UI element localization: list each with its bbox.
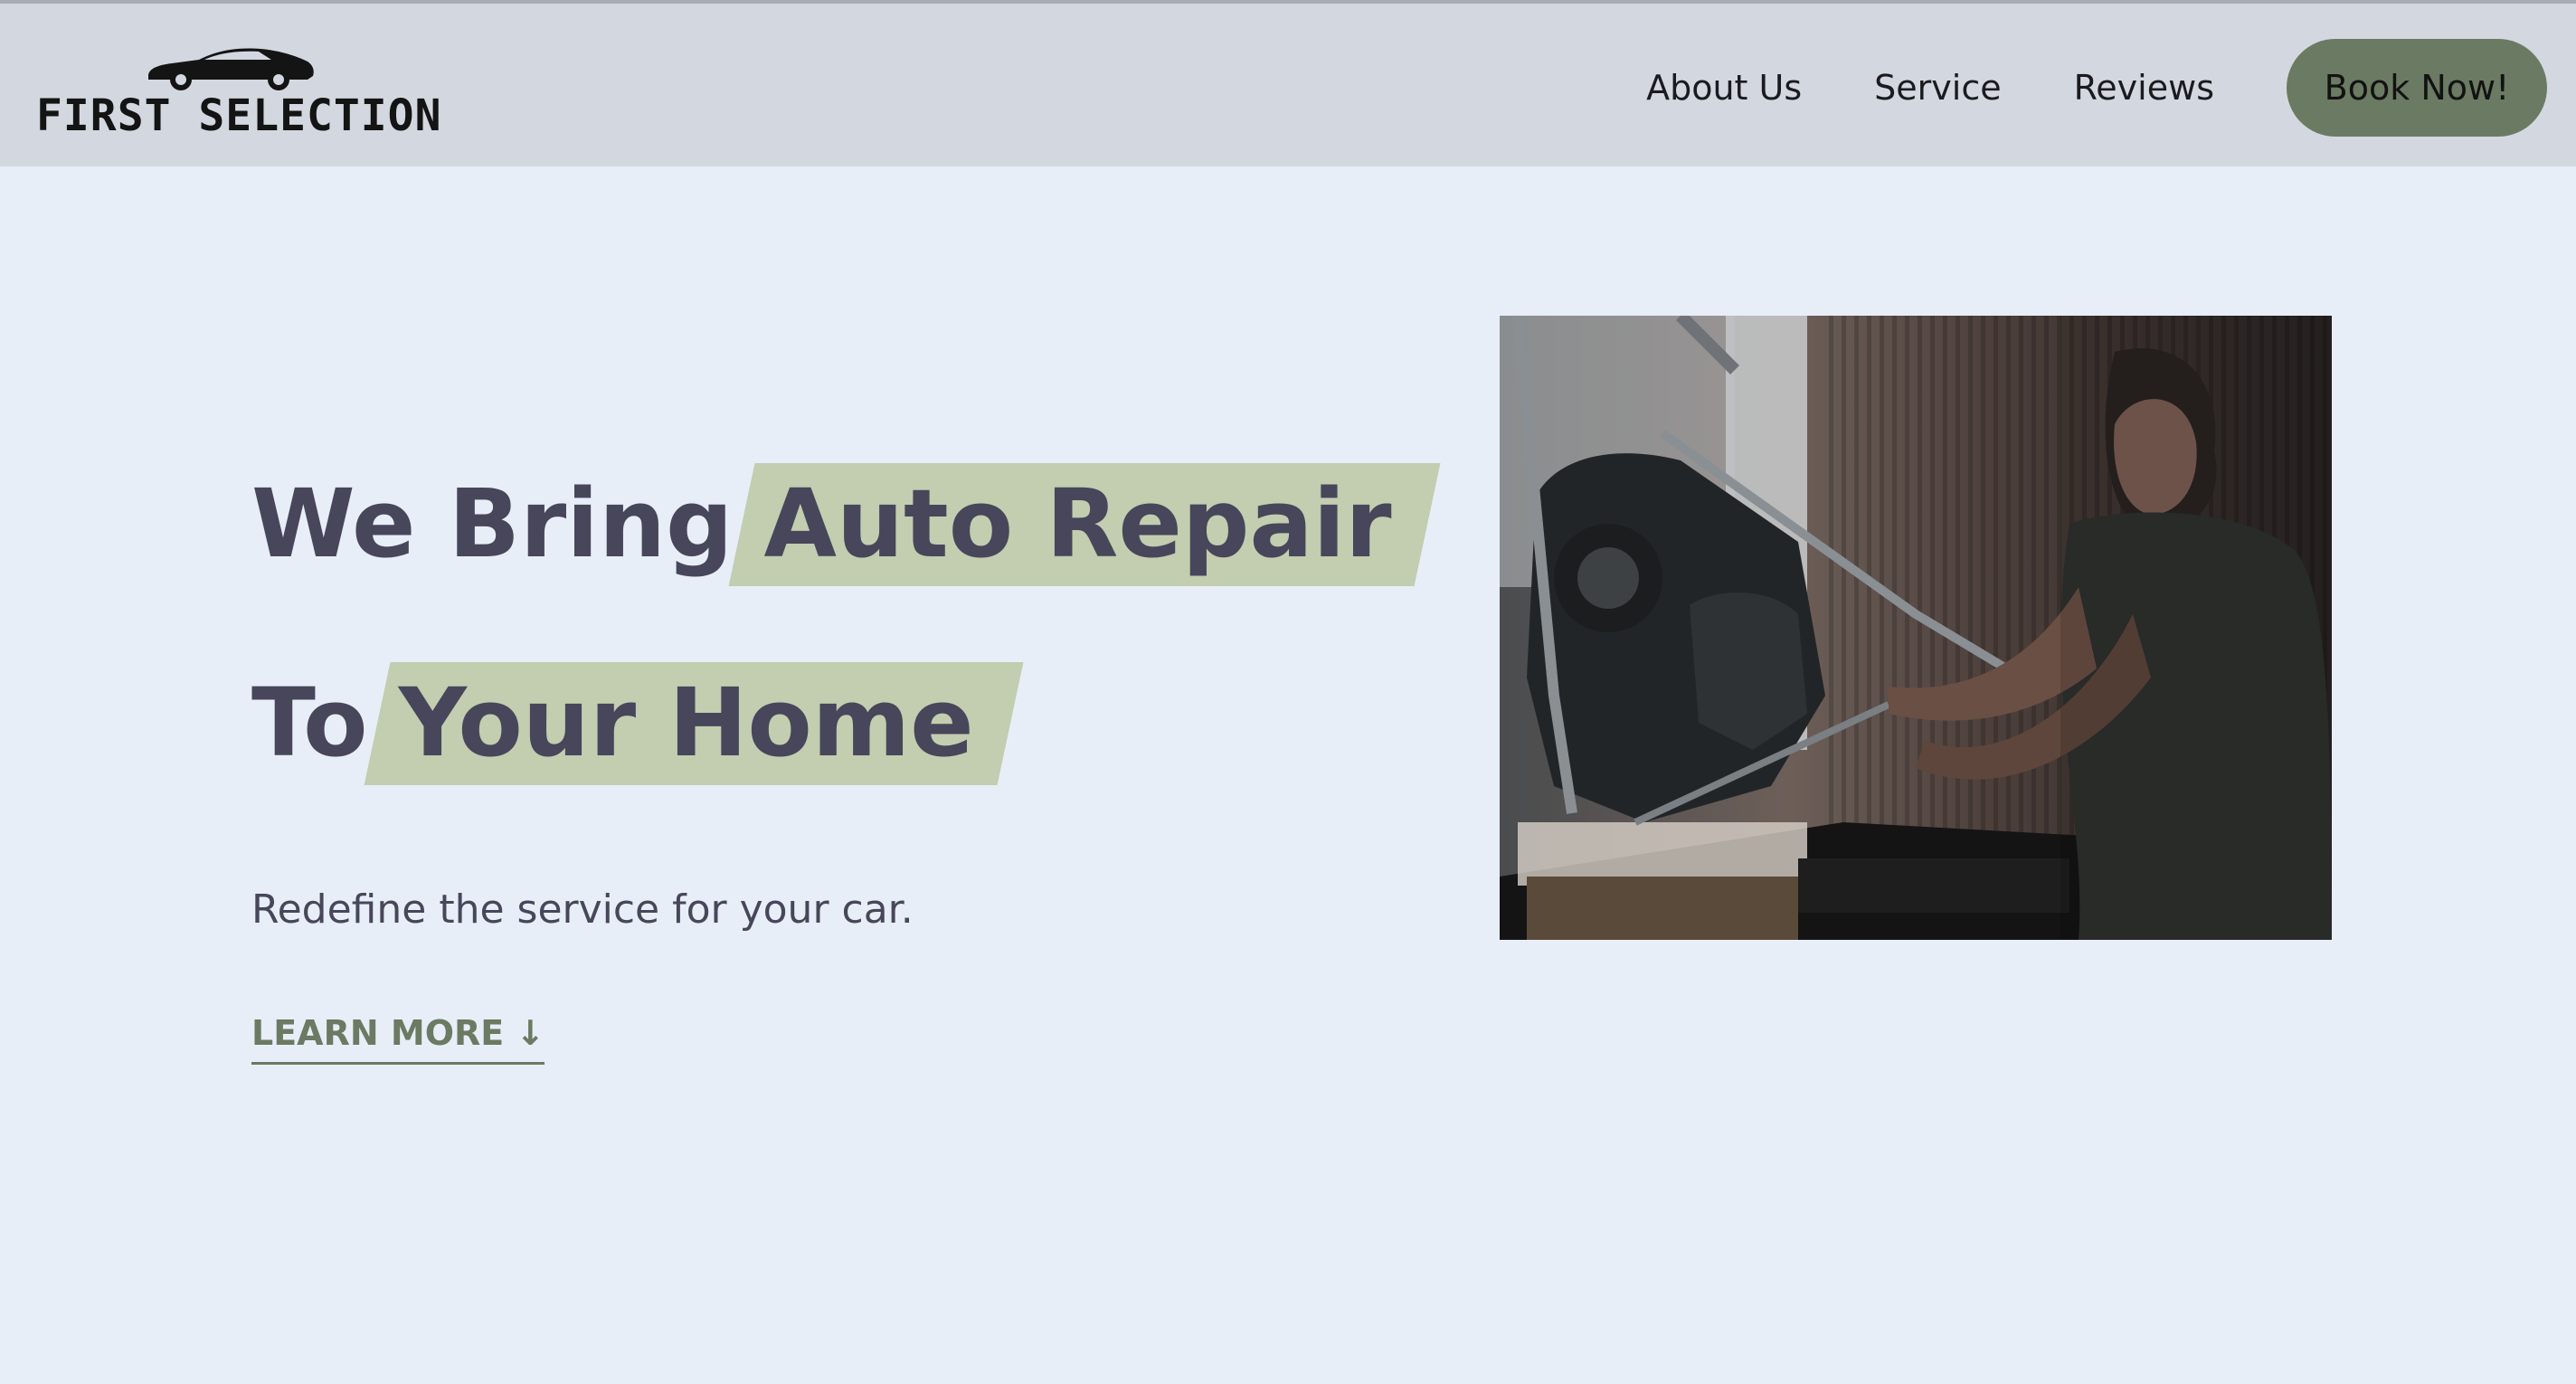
hero-heading-plain-1: We Bring: [251, 469, 734, 579]
main-nav: About Us Service Reviews Book Now!: [1646, 38, 2547, 137]
hero-heading-line-2: To Your Home: [251, 646, 1024, 800]
hero-highlight-text-2: Your Home: [398, 668, 974, 778]
book-now-button[interactable]: Book Now!: [2287, 39, 2547, 137]
hero-heading-plain-2: To: [251, 668, 368, 778]
sports-car-icon: [148, 48, 314, 90]
hero-heading-highlight-1: Auto Repair: [728, 463, 1441, 586]
arrow-down-icon: ↓: [516, 1013, 545, 1053]
nav-link-reviews[interactable]: Reviews: [2074, 68, 2214, 108]
hero-heading-line-1: We Bring Auto Repair: [251, 447, 1441, 601]
hero-highlight-text-1: Auto Repair: [763, 469, 1392, 579]
brand-name: FIRST SELECTION: [36, 90, 442, 141]
learn-more-link[interactable]: LEARN MORE ↓: [251, 1013, 545, 1065]
learn-more-label: LEARN MORE: [251, 1013, 505, 1053]
nav-link-about-us[interactable]: About Us: [1646, 68, 1802, 108]
site-header: FIRST SELECTION About Us Service Reviews…: [0, 4, 2576, 166]
hero-subtitle: Redefine the service for your car.: [251, 886, 914, 933]
brand-logo[interactable]: FIRST SELECTION: [36, 40, 440, 141]
hero-heading-highlight-2: Your Home: [364, 662, 1024, 785]
nav-link-service[interactable]: Service: [1874, 68, 2001, 108]
hero-image-mechanic: [1500, 316, 2332, 940]
